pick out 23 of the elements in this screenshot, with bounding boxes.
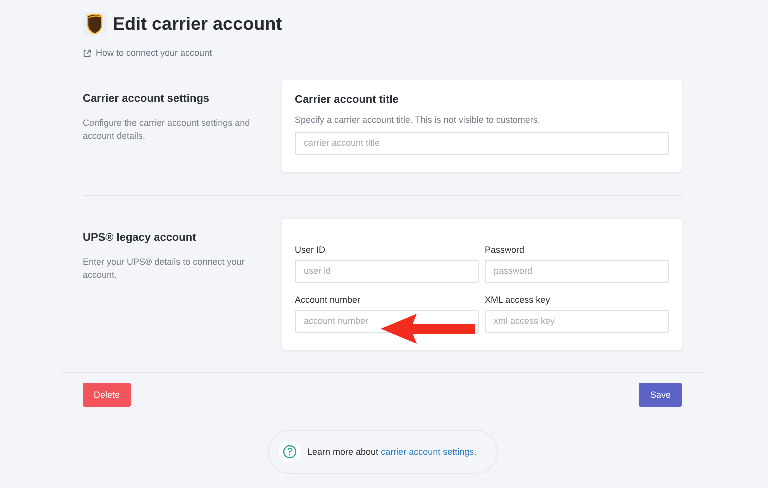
external-link-icon — [83, 48, 92, 58]
field-label: XML access key — [485, 294, 552, 304]
settings-link[interactable]: carrier account settings — [381, 446, 474, 456]
page-title: Edit carrier account — [113, 14, 282, 34]
save-button[interactable]: Save — [639, 382, 682, 406]
section-description: Enter your UPS® details to connect your account. — [83, 256, 246, 282]
help-link[interactable]: How to connect your account — [83, 48, 212, 58]
delete-button[interactable]: Delete — [83, 382, 132, 406]
field-label: Account number — [295, 294, 362, 304]
section-title: UPS® legacy account — [83, 232, 198, 244]
input-field[interactable]: password — [485, 260, 669, 282]
question-icon — [278, 440, 300, 462]
input-field[interactable]: xml access key — [485, 310, 669, 332]
section-title: Carrier account settings — [83, 92, 211, 104]
input-field[interactable]: carrier account title — [295, 132, 669, 154]
card-hint: Specify a carrier account title. This is not visible to customers. — [295, 114, 542, 124]
card-title: Carrier account title — [295, 94, 400, 106]
section-description: Configure the carrier account settings and account details. — [83, 116, 252, 142]
field-label: Password — [485, 244, 526, 254]
field-label: User ID — [295, 244, 327, 254]
input-field[interactable]: user id — [295, 260, 479, 282]
help-text: Learn more about carrier account settings. — [308, 446, 477, 456]
shield-logo-icon — [83, 12, 107, 36]
